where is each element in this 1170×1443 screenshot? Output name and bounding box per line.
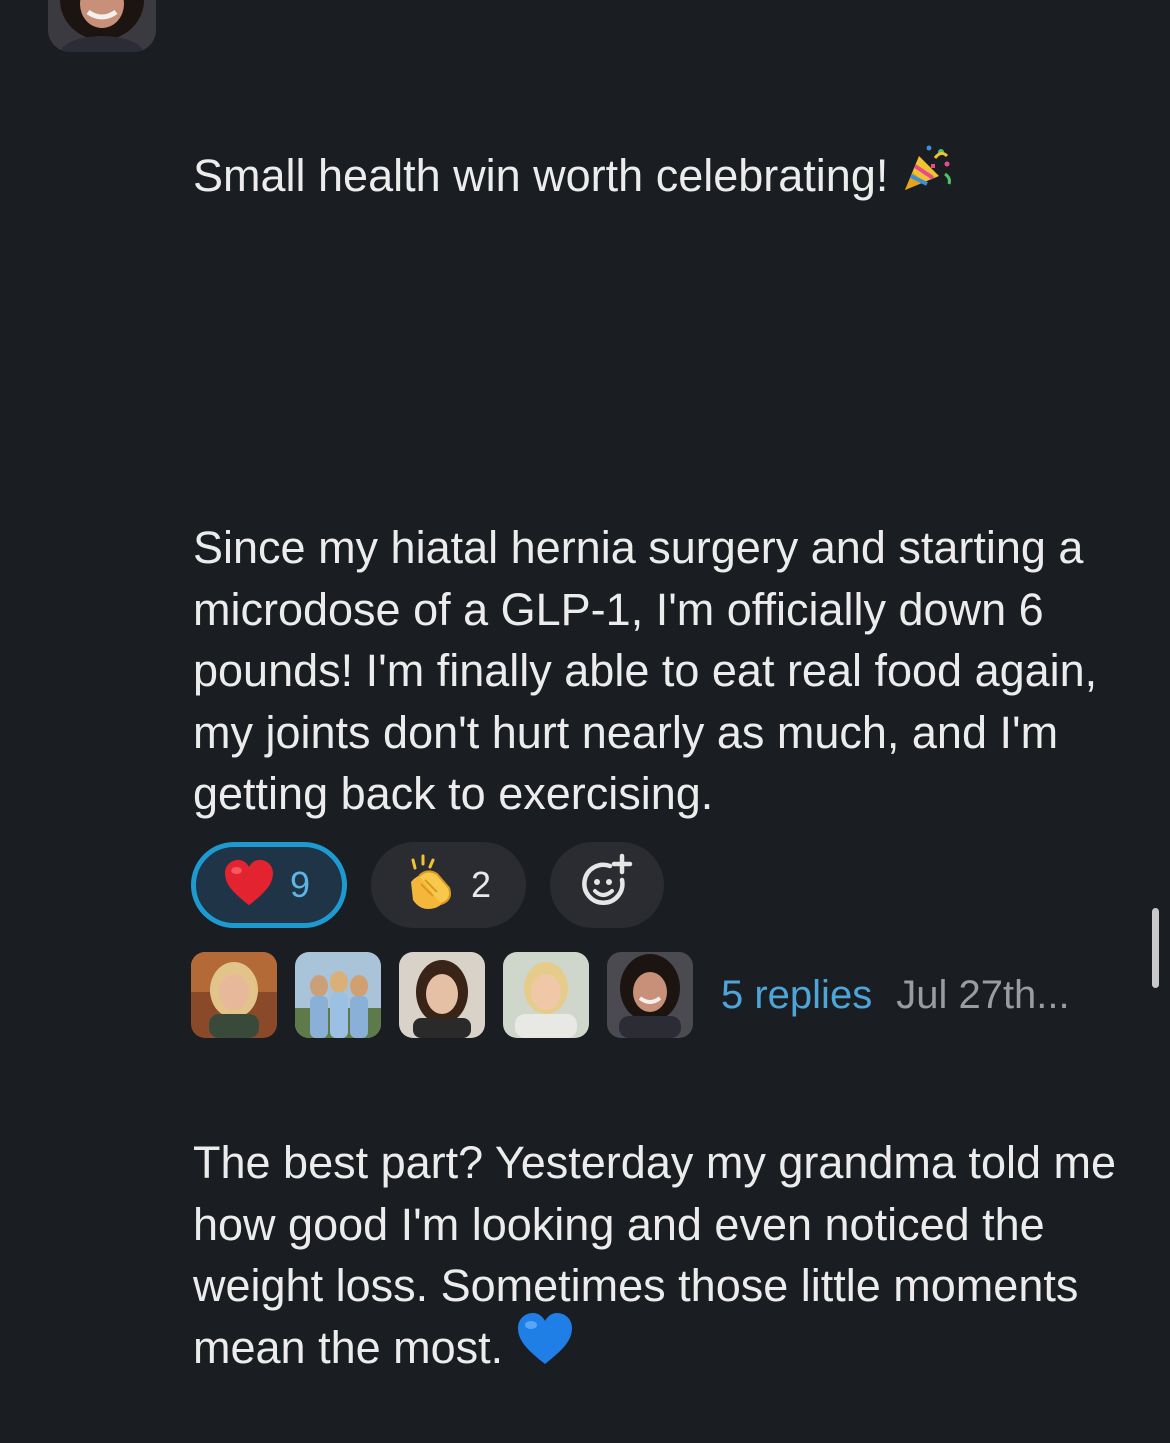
participant-avatar-2[interactable] [295, 952, 381, 1038]
reaction-heart-count: 9 [290, 864, 311, 905]
reaction-heart-button[interactable]: 9 [191, 842, 347, 928]
message-paragraph-1: Small health win worth celebrating! [193, 145, 1148, 210]
scrollbar-thumb[interactable] [1152, 908, 1159, 988]
participant-avatar-4[interactable] [503, 952, 589, 1038]
participant-avatar-3[interactable] [399, 952, 485, 1038]
clapping-hands-icon [399, 854, 457, 917]
reaction-clap-button[interactable]: 2 [371, 842, 526, 928]
message-body: Small health win worth celebrating! Sinc… [193, 22, 1148, 1443]
replies-link[interactable]: 5 replies [721, 973, 872, 1018]
add-reaction-button[interactable] [550, 842, 664, 928]
thread-footer: 5 replies Jul 27th... [191, 951, 1070, 1039]
participant-avatar-5[interactable] [607, 952, 693, 1038]
thread-timestamp: Jul 27th... [896, 972, 1070, 1017]
message-paragraph-3: The best part? Yesterday my grandma told… [193, 1132, 1148, 1381]
message-paragraph-2: Since my hiatal hernia surgery and start… [193, 522, 1110, 820]
blue-heart-icon [516, 1313, 574, 1382]
reaction-clap-count: 2 [471, 864, 492, 905]
author-avatar[interactable] [48, 0, 156, 52]
add-emoji-icon [576, 852, 638, 919]
reactions-row: 9 2 [191, 840, 664, 930]
red-heart-icon [222, 859, 276, 912]
party-popper-icon [901, 145, 953, 210]
participant-avatar-1[interactable] [191, 952, 277, 1038]
